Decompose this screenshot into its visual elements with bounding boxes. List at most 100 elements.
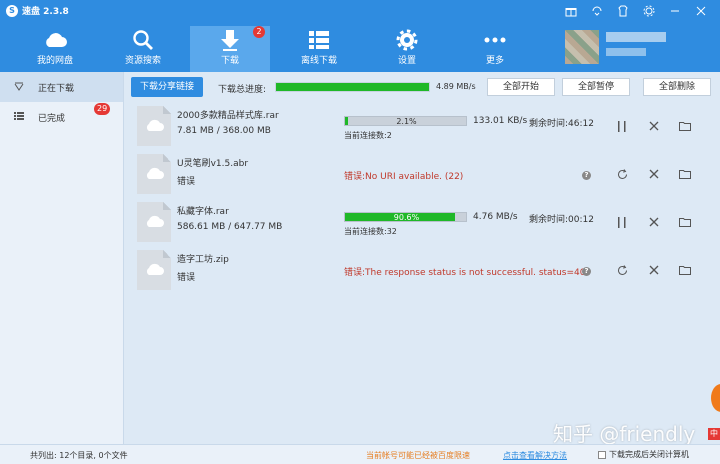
file-error-message: 错误:No URI available. (22) <box>344 172 464 182</box>
help-icon[interactable]: ? <box>582 171 591 180</box>
solution-link[interactable]: 点击查看解决方法 <box>503 450 567 461</box>
file-speed: 133.01 KB/s <box>473 116 528 126</box>
app-title: S 速盘 2.3.8 <box>6 4 69 17</box>
shutdown-after-download-checkbox[interactable]: 下载完成后关闭计算机 <box>598 449 689 460</box>
account-info-blurred <box>606 48 646 56</box>
file-status: 错误 <box>177 177 196 187</box>
checkbox-label: 下载完成后关闭计算机 <box>609 450 689 459</box>
file-thumbnail <box>137 154 171 194</box>
search-icon <box>129 28 157 52</box>
retry-icon[interactable] <box>614 262 630 278</box>
sidebar-item-downloading[interactable]: 正在下载 <box>0 72 123 102</box>
file-progress-bar: 90.6% <box>344 212 467 222</box>
delete-icon[interactable] <box>646 118 662 134</box>
download-toolbar: 下载分享链接 下载总进度: 4.89 MB/s 全部开始 全部暂停 全部删除 <box>124 72 720 102</box>
start-all-button[interactable]: 全部开始 <box>487 78 555 96</box>
sidebar-item-label: 已完成 <box>38 113 66 124</box>
cloud-icon <box>41 28 69 52</box>
download-share-link-button[interactable]: 下载分享链接 <box>131 77 203 97</box>
ime-icon[interactable]: 中 <box>708 428 720 440</box>
username-blurred <box>606 32 666 42</box>
avatar[interactable] <box>565 30 599 64</box>
close-icon[interactable] <box>688 3 714 19</box>
delete-all-button[interactable]: 全部删除 <box>643 78 711 96</box>
checkbox-box[interactable] <box>598 450 606 459</box>
nav-offline-download[interactable]: 离线下载 <box>279 26 359 72</box>
download-tray-icon <box>14 81 24 94</box>
window-controls <box>558 3 714 19</box>
list-icon <box>305 28 333 52</box>
delete-icon[interactable] <box>646 262 662 278</box>
completed-count-badge: 29 <box>94 103 111 115</box>
pause-icon[interactable] <box>614 118 630 134</box>
nav-label: 资源搜索 <box>124 56 161 66</box>
download-row[interactable]: 私藏字体.rar 586.61 MB / 647.77 MB 90.6% 4.7… <box>124 198 720 246</box>
sidebar-item-completed[interactable]: 已完成 29 <box>0 102 123 132</box>
cloud-icon <box>146 263 164 275</box>
floating-assistant-icon[interactable] <box>711 384 720 412</box>
nav-my-disk[interactable]: 我的网盘 <box>15 26 95 72</box>
file-thumbnail <box>137 106 171 146</box>
skin-icon[interactable] <box>610 3 636 19</box>
file-progress-text: 90.6% <box>393 213 420 222</box>
download-icon <box>216 28 244 52</box>
file-name: 造字工坊.zip <box>177 255 229 265</box>
total-progress-label: 下载总进度: <box>218 85 267 95</box>
folder-icon[interactable] <box>677 262 693 278</box>
list-icon <box>14 111 24 124</box>
file-remaining-time: 剩余时间:00:12 <box>529 215 594 225</box>
app-logo-icon: S <box>6 4 18 17</box>
file-remaining-time: 剩余时间:46:12 <box>529 119 594 129</box>
nav-label: 离线下载 <box>300 56 337 66</box>
cloud-icon <box>146 119 164 131</box>
nav-label: 我的网盘 <box>36 56 73 66</box>
status-bar: 共列出: 12个目录, 0个文件 当前帐号可能已经被百度限速 点击查看解决方法 … <box>0 444 720 464</box>
file-thumbnail <box>137 202 171 242</box>
file-name: 私藏字体.rar <box>177 207 229 217</box>
total-speed: 4.89 MB/s <box>436 82 476 91</box>
transfer-icon[interactable] <box>584 3 610 19</box>
nav-label: 更多 <box>485 56 504 66</box>
folder-icon[interactable] <box>677 166 693 182</box>
cloud-icon <box>146 167 164 179</box>
top-bar: S 速盘 2.3.8 我的网盘 资源搜索 下载 2 离线下载 设置 更多 <box>0 0 720 72</box>
speed-limit-warning: 当前帐号可能已经被百度限速 <box>366 451 470 460</box>
gift-icon[interactable] <box>558 3 584 19</box>
nav-label: 下载 <box>220 56 239 66</box>
total-progress-fill <box>276 83 429 91</box>
settings-icon[interactable] <box>636 3 662 19</box>
download-row[interactable]: 2000多款精品样式库.rar 7.81 MB / 368.00 MB 2.1%… <box>124 102 720 150</box>
nav-resource-search[interactable]: 资源搜索 <box>103 26 183 72</box>
file-size: 586.61 MB / 647.77 MB <box>177 222 283 232</box>
total-progress-bar <box>275 82 430 92</box>
nav-download[interactable]: 下载 2 <box>190 26 270 72</box>
file-speed: 4.76 MB/s <box>473 212 518 222</box>
file-thumbnail <box>137 250 171 290</box>
delete-icon[interactable] <box>646 214 662 230</box>
sidebar-item-label: 正在下载 <box>38 83 75 94</box>
file-size: 7.81 MB / 368.00 MB <box>177 126 271 136</box>
download-row[interactable]: 造字工坊.zip 错误 错误:The response status is no… <box>124 246 720 294</box>
file-name: U灵笔刷v1.5.abr <box>177 159 249 169</box>
minimize-icon[interactable] <box>662 3 688 19</box>
folder-icon[interactable] <box>677 118 693 134</box>
file-status: 错误 <box>177 273 196 283</box>
nav-label: 设置 <box>397 56 416 66</box>
pause-all-button[interactable]: 全部暂停 <box>562 78 630 96</box>
download-row[interactable]: U灵笔刷v1.5.abr 错误 错误:No URI available. (22… <box>124 150 720 198</box>
nav-download-badge: 2 <box>253 26 265 38</box>
cloud-icon <box>146 215 164 227</box>
file-progress-bar: 2.1% <box>344 116 467 126</box>
pause-icon[interactable] <box>614 214 630 230</box>
nav-more[interactable]: 更多 <box>455 26 535 72</box>
delete-icon[interactable] <box>646 166 662 182</box>
gear-icon <box>393 28 421 52</box>
file-error-message: 错误:The response status is not successful… <box>344 268 587 278</box>
watermark: 知乎 @friendly <box>553 422 696 446</box>
sidebar: 正在下载 已完成 29 <box>0 72 124 444</box>
file-connections: 当前连接数:2 <box>344 131 392 140</box>
nav-settings[interactable]: 设置 <box>367 26 447 72</box>
retry-icon[interactable] <box>614 166 630 182</box>
help-icon[interactable]: ? <box>582 267 591 276</box>
folder-icon[interactable] <box>677 214 693 230</box>
